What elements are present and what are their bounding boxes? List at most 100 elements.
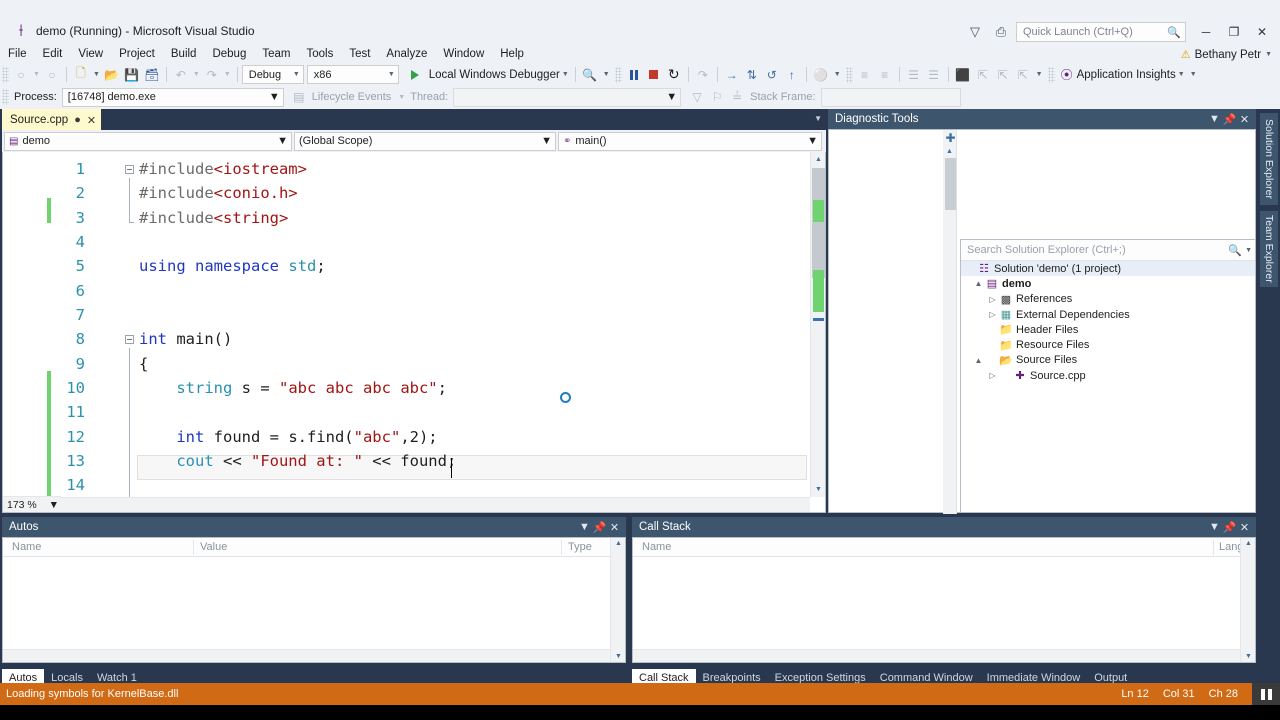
scroll-up-icon[interactable]: ▲ (1241, 540, 1256, 547)
tree-item-solution[interactable]: ☷ Solution 'demo' (1 project) (961, 261, 1255, 277)
next-bookmark-icon[interactable]: ⇱ (973, 65, 993, 85)
configuration-combo[interactable]: Debug ▼ (241, 65, 304, 84)
tree-expander[interactable]: ▷ (987, 295, 998, 304)
code-editor[interactable]: 1 2 3 4 5 6 7 8 9 10 11 12 13 14 15 #i (2, 152, 826, 513)
toolbar-grip[interactable] (2, 89, 9, 105)
column-header-type[interactable]: Type (568, 541, 592, 553)
undo-caret-icon[interactable]: ▼ (191, 65, 202, 85)
start-debugging-play-icon[interactable] (405, 65, 425, 85)
column-divider[interactable] (193, 540, 194, 555)
editor-zoom-combo[interactable]: 173 % ▼ (3, 496, 61, 512)
add-account-icon[interactable]: ⎙ (988, 20, 1014, 44)
call-stack-horizontal-scrollbar[interactable] (633, 649, 1240, 662)
code-line-3[interactable]: #include<string> (139, 209, 288, 227)
column-header-value[interactable]: Value (200, 541, 227, 553)
tree-expander[interactable]: ▲ (973, 279, 984, 288)
feedback-icon[interactable]: ▽ (962, 20, 988, 44)
open-file-icon[interactable]: 📂 (102, 65, 122, 85)
toolbar-grip[interactable] (845, 66, 853, 83)
menu-file[interactable]: File (0, 47, 35, 62)
column-divider[interactable] (1213, 540, 1214, 555)
scrollbar-thumb[interactable] (945, 158, 956, 210)
tree-expander[interactable]: ▷ (987, 310, 998, 319)
toolbar-overflow-icon[interactable]: ▼ (834, 71, 841, 78)
project-combo[interactable]: ▤ demo ▼ (4, 131, 292, 151)
step-up-icon[interactable]: ↑ (782, 65, 802, 85)
close-icon[interactable]: ✕ (607, 519, 622, 535)
tree-item-demo[interactable]: ▲ ▤ demo (961, 276, 1255, 291)
new-project-caret-icon[interactable]: ▼ (91, 65, 102, 85)
scroll-up-icon[interactable]: ▲ (946, 148, 953, 155)
clear-bookmarks-icon[interactable]: ⇱ (1013, 65, 1033, 85)
new-project-icon[interactable]: 🗋 (71, 65, 91, 85)
menu-project[interactable]: Project (111, 47, 163, 62)
chevron-down-icon[interactable]: ▼ (1207, 111, 1222, 127)
tree-item-header-files[interactable]: 📁 Header Files (961, 322, 1255, 337)
platform-combo[interactable]: x86 ▼ (306, 65, 399, 84)
attach-to-process-icon[interactable]: 🔍 (580, 65, 600, 85)
stop-debugging-icon[interactable] (644, 65, 664, 85)
redo-icon[interactable]: ↷ (202, 65, 222, 85)
tree-item-resource-files[interactable]: 📁 Resource Files (961, 337, 1255, 352)
toolbar-grip[interactable] (2, 66, 9, 83)
scrollbar-thumb[interactable] (812, 168, 825, 278)
code-line-2[interactable]: #include<conio.h> (139, 184, 298, 202)
member-combo[interactable]: ⚭ main() ▼ (558, 131, 822, 151)
pin-icon[interactable]: 📌 (1222, 519, 1237, 535)
process-combo[interactable]: [16748] demo.exe ▼ (61, 87, 284, 107)
lifecycle-caret-icon[interactable]: ▼ (396, 87, 407, 107)
tree-item-source-files[interactable]: ▲ 📂 Source Files (961, 353, 1255, 368)
toolbar-overflow-icon[interactable]: ▼ (1036, 71, 1043, 78)
account-area[interactable]: ⚠ Bethany Petr ▼ (1181, 45, 1272, 64)
editor-vertical-scrollbar[interactable]: ▲ ▼ (810, 152, 825, 497)
code-line-1[interactable]: #include<iostream> (139, 160, 307, 178)
thread-combo[interactable]: ▼ (453, 87, 682, 107)
outdent-icon[interactable]: ≡ (875, 65, 895, 85)
lifecycle-events-label[interactable]: Lifecycle Events (309, 91, 396, 103)
quick-launch-input[interactable]: Quick Launch (Ctrl+Q) 🔍 (1016, 22, 1186, 42)
call-stack-grid[interactable]: Name Langu ▲ ▼ (632, 537, 1256, 663)
solution-explorer-search-input[interactable]: Search Solution Explorer (Ctrl+;) 🔍 ▼ (961, 240, 1255, 261)
expand-icon[interactable]: ✚ (945, 132, 956, 144)
dock-tab-solution-explorer[interactable]: Solution Explorer (1260, 113, 1278, 205)
application-insights-icon[interactable]: ⦿ (1057, 65, 1077, 85)
minimize-button[interactable]: ─ (1192, 20, 1220, 44)
menu-analyze[interactable]: Analyze (378, 47, 435, 62)
step-over-icon[interactable]: ⇅ (742, 65, 762, 85)
search-icon[interactable]: 🔍 (1228, 244, 1242, 257)
navigate-back-icon[interactable]: ○ (11, 65, 31, 85)
chevron-down-icon[interactable]: ▼ (577, 519, 592, 535)
pin-icon[interactable]: 📌 (592, 519, 607, 535)
scope-combo[interactable]: (Global Scope) ▼ (294, 131, 556, 151)
scroll-down-icon[interactable]: ▼ (611, 653, 626, 660)
column-header-name[interactable]: Name (12, 541, 41, 553)
code-line-10[interactable]: string s = "abc abc abc abc"; (139, 379, 447, 397)
flag-icon[interactable]: ⚐ (707, 87, 727, 107)
redo-caret-icon[interactable]: ▼ (222, 65, 233, 85)
chevron-down-icon[interactable]: ▼ (1242, 247, 1252, 254)
scroll-down-icon[interactable]: ▼ (1241, 653, 1256, 660)
tab-source-cpp[interactable]: Source.cpp ● ✕ (2, 109, 102, 130)
code-line-13[interactable]: cout << "Found at: " << found; (139, 452, 456, 470)
breakpoint-icon[interactable]: ⚪ (811, 65, 831, 85)
navigate-back-caret-icon[interactable]: ▼ (31, 65, 42, 85)
show-next-statement-icon[interactable]: ↷ (693, 65, 713, 85)
application-insights-caret-icon[interactable]: ▼ (1176, 65, 1187, 85)
lifecycle-events-icon[interactable]: ▤ (289, 87, 309, 107)
break-all-pause-icon[interactable] (624, 65, 644, 85)
close-icon[interactable]: ✕ (87, 114, 96, 127)
application-insights-label[interactable]: Application Insights (1077, 69, 1176, 81)
code-line-5[interactable]: using namespace std; (139, 257, 326, 275)
indent-icon[interactable]: ≡ (855, 65, 875, 85)
step-out-icon[interactable]: ↺ (762, 65, 782, 85)
menu-debug[interactable]: Debug (204, 47, 254, 62)
code-line-9[interactable]: { (139, 355, 148, 373)
menu-tools[interactable]: Tools (298, 47, 341, 62)
tree-expander[interactable]: ▲ (973, 356, 984, 365)
tree-item-external-dependencies[interactable]: ▷ ▦ External Dependencies (961, 307, 1255, 322)
comment-icon[interactable]: ☰ (904, 65, 924, 85)
menu-help[interactable]: Help (492, 47, 532, 62)
pin-icon[interactable]: ● (74, 114, 81, 126)
restore-button[interactable]: ❐ (1220, 20, 1248, 44)
start-debugging-caret-icon[interactable]: ▼ (560, 65, 571, 85)
